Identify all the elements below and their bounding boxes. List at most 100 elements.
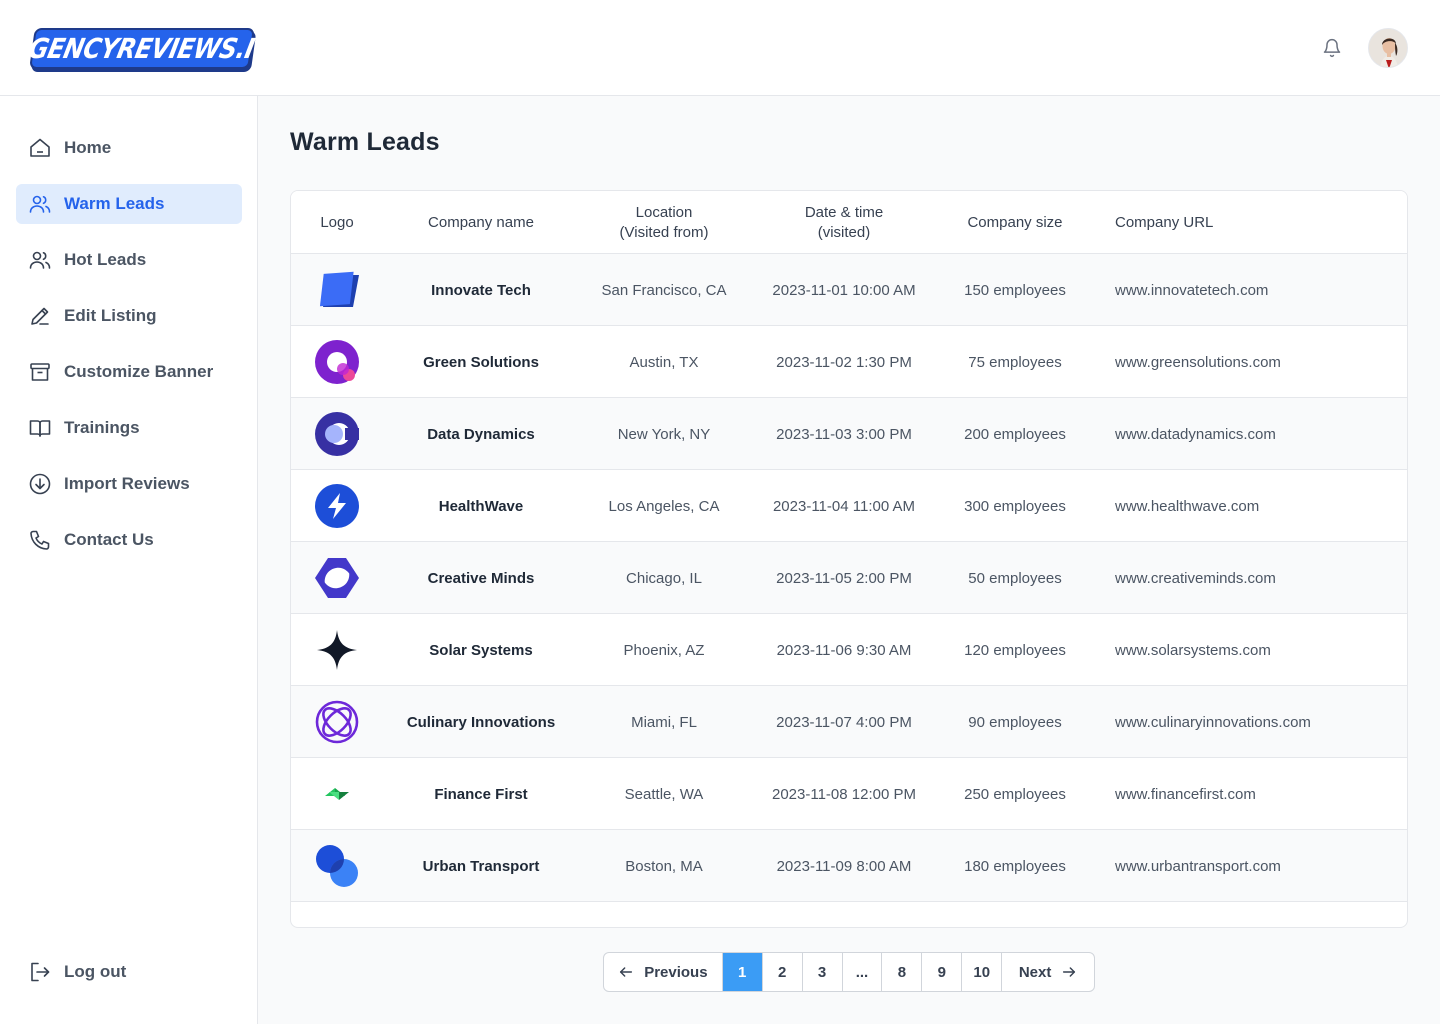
company-size: 75 employees — [968, 353, 1062, 371]
pencil-icon — [28, 304, 52, 328]
date-time: 2023-11-09 8:00 AM — [776, 857, 912, 875]
page-button-8[interactable]: 8 — [882, 953, 923, 991]
sidebar-item-warm-leads[interactable]: Warm Leads — [16, 184, 242, 224]
page-button-9[interactable]: 9 — [922, 953, 963, 991]
brand-logo-text: AGENCYREVIEWS.IO — [7, 32, 277, 65]
sidebar-item-label: Trainings — [64, 418, 140, 437]
finance-first-logo — [313, 758, 361, 830]
company-name: Creative Minds — [427, 569, 535, 587]
company-name: Green Solutions — [423, 353, 539, 371]
pagination: Previous 1 2 3 ... 8 9 10 Next — [603, 952, 1095, 992]
sidebar-item-label: Customize Banner — [64, 362, 214, 381]
data-dynamics-logo — [313, 398, 361, 470]
company-url[interactable]: www.innovatetech.com — [1115, 254, 1395, 326]
sidebar: Home Warm Leads Hot Leads Edit Listing C… — [0, 96, 258, 1024]
location: Seattle, WA — [624, 785, 704, 803]
sidebar-item-hot-leads[interactable]: Hot Leads — [16, 240, 242, 280]
header-date-line2: (visited) — [817, 223, 871, 241]
table-row[interactable]: Data Dynamics New York, NY 2023-11-03 3:… — [291, 398, 1407, 470]
next-page-button[interactable]: Next — [1002, 953, 1094, 991]
table-row[interactable]: Solar Systems Phoenix, AZ 2023-11-06 9:3… — [291, 614, 1407, 686]
brand-logo[interactable]: AGENCYREVIEWS.IO — [7, 28, 277, 69]
table-row[interactable]: HealthWave Los Angeles, CA 2023-11-04 11… — [291, 470, 1407, 542]
sidebar-item-label: Home — [64, 138, 112, 157]
previous-label: Previous — [644, 963, 708, 981]
arrow-right-icon — [1061, 964, 1077, 980]
table-row[interactable]: Green Solutions Austin, TX 2023-11-02 1:… — [291, 326, 1407, 398]
page-button-3[interactable]: 3 — [803, 953, 843, 991]
company-size: 200 employees — [964, 425, 1066, 443]
company-url[interactable]: www.healthwave.com — [1115, 470, 1395, 542]
table-row[interactable]: Finance First Seattle, WA 2023-11-08 12:… — [291, 758, 1407, 830]
company-name: Data Dynamics — [427, 425, 535, 443]
header-company-size: Company size — [967, 213, 1063, 231]
company-size: 180 employees — [964, 857, 1066, 875]
date-time: 2023-11-05 2:00 PM — [776, 569, 912, 587]
table-header: Logo Company name Location (Visited from… — [291, 191, 1407, 254]
sidebar-item-customize-banner[interactable]: Customize Banner — [16, 352, 242, 392]
logout-button[interactable]: Log out — [16, 952, 242, 992]
company-url[interactable]: www.creativeminds.com — [1115, 542, 1395, 614]
company-name: Culinary Innovations — [406, 713, 556, 731]
company-url[interactable]: www.financefirst.com — [1115, 758, 1395, 830]
header-logo: Logo — [320, 213, 354, 231]
sidebar-item-home[interactable]: Home — [16, 128, 242, 168]
home-icon — [28, 136, 52, 160]
page-title: Warm Leads — [290, 128, 440, 156]
green-solutions-logo — [313, 326, 361, 398]
arrow-left-icon — [618, 964, 634, 980]
sidebar-item-contact-us[interactable]: Contact Us — [16, 520, 242, 560]
date-time: 2023-11-07 4:00 PM — [776, 713, 912, 731]
culinary-innovations-logo — [313, 686, 361, 758]
creative-minds-logo — [313, 542, 361, 614]
table-row[interactable]: Urban Transport Boston, MA 2023-11-09 8:… — [291, 830, 1407, 902]
archive-icon — [28, 360, 52, 384]
company-size: 250 employees — [964, 785, 1066, 803]
header-location-line1: Location — [635, 203, 693, 221]
leads-table: Logo Company name Location (Visited from… — [290, 190, 1408, 928]
previous-page-button[interactable]: Previous — [604, 953, 723, 991]
sidebar-item-edit-listing[interactable]: Edit Listing — [16, 296, 242, 336]
page-button-10[interactable]: 10 — [962, 953, 1003, 991]
sidebar-item-label: Hot Leads — [64, 250, 147, 269]
page-button-1[interactable]: 1 — [722, 953, 763, 991]
header-company-name: Company name — [428, 213, 534, 231]
urban-transport-logo — [313, 830, 361, 902]
solar-systems-logo — [313, 614, 361, 686]
header-location: Location (Visited from) — [584, 191, 744, 254]
sidebar-item-trainings[interactable]: Trainings — [16, 408, 242, 448]
date-time: 2023-11-08 12:00 PM — [772, 785, 916, 803]
location: Austin, TX — [629, 353, 699, 371]
sidebar-item-import-reviews[interactable]: Import Reviews — [16, 464, 242, 504]
sidebar-item-label: Import Reviews — [64, 474, 190, 493]
company-size: 300 employees — [964, 497, 1066, 515]
bell-icon[interactable] — [1320, 36, 1344, 60]
company-url[interactable]: www.urbantransport.com — [1115, 830, 1395, 902]
company-url[interactable]: www.culinaryinnovations.com — [1115, 686, 1395, 758]
logout-icon — [28, 960, 52, 984]
users-icon — [28, 192, 52, 216]
page-button-2[interactable]: 2 — [763, 953, 803, 991]
company-size: 150 employees — [964, 281, 1066, 299]
innovate-tech-logo — [313, 254, 361, 326]
table-row[interactable]: Culinary Innovations Miami, FL 2023-11-0… — [291, 686, 1407, 758]
date-time: 2023-11-06 9:30 AM — [776, 641, 912, 659]
company-url[interactable]: www.greensolutions.com — [1115, 326, 1395, 398]
users-icon — [28, 248, 52, 272]
location: Chicago, IL — [626, 569, 702, 587]
company-name: Urban Transport — [422, 857, 540, 875]
table-row[interactable]: Creative Minds Chicago, IL 2023-11-05 2:… — [291, 542, 1407, 614]
header-date-time: Date & time (visited) — [761, 191, 927, 254]
location: New York, NY — [617, 425, 711, 443]
download-circle-icon — [28, 472, 52, 496]
table-row[interactable]: Innovate Tech San Francisco, CA 2023-11-… — [291, 254, 1407, 326]
location: Phoenix, AZ — [623, 641, 705, 659]
location: Los Angeles, CA — [608, 497, 720, 515]
header-company-url: Company URL — [1115, 213, 1214, 231]
company-url[interactable]: www.datadynamics.com — [1115, 398, 1395, 470]
avatar[interactable] — [1368, 28, 1408, 68]
company-url[interactable]: www.solarsystems.com — [1115, 614, 1395, 686]
header-location-line2: (Visited from) — [619, 223, 709, 241]
company-size: 90 employees — [968, 713, 1062, 731]
date-time: 2023-11-03 3:00 PM — [776, 425, 912, 443]
